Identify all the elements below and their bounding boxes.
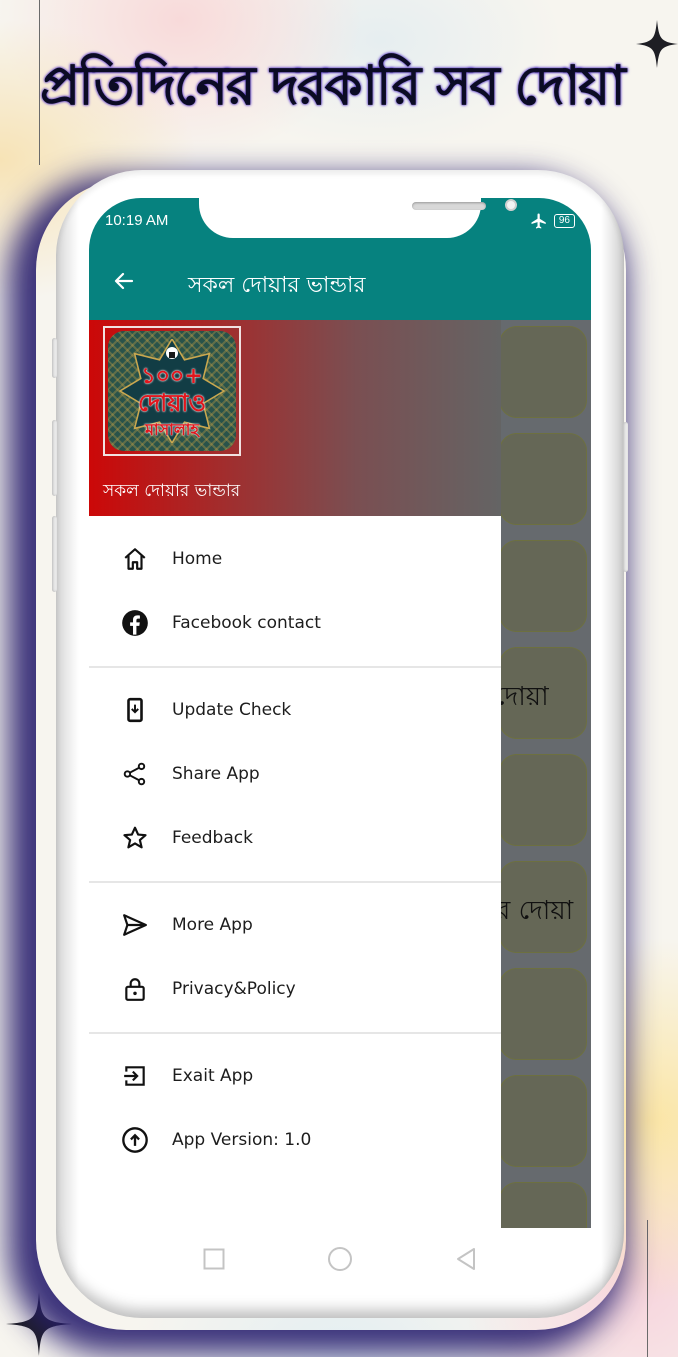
airplane-icon xyxy=(531,213,546,229)
side-button xyxy=(52,516,57,592)
speaker xyxy=(412,202,486,210)
headline: প্রতিদিনের দরকারি সব দোয়া xyxy=(40,53,626,117)
menu-item-label: Share App xyxy=(172,764,260,784)
menu-item-facebook-contact[interactable]: Facebook contact xyxy=(89,591,501,655)
status-time: 10:19 AM xyxy=(105,212,169,229)
drawer-menu: Home Facebook contact Update Check Share… xyxy=(89,516,501,1172)
facebook-icon xyxy=(121,609,149,637)
menu-item-exit-app[interactable]: Exait App xyxy=(89,1044,501,1108)
menu-divider xyxy=(89,1032,501,1034)
menu-item-label: Facebook contact xyxy=(172,613,321,633)
home-nav-button[interactable] xyxy=(327,1246,353,1272)
square-icon xyxy=(203,1248,225,1270)
app-logo-frame: ১০০+ দোয়াও মাসালাহ xyxy=(103,326,241,456)
phone-screen: 10:19 AM 96 সকল দোয়ার ভান্ডার দোয়া র দ… xyxy=(89,198,591,1228)
menu-item-app-version[interactable]: App Version: 1.0 xyxy=(89,1108,501,1172)
menu-item-label: Update Check xyxy=(172,700,292,720)
menu-item-label: Home xyxy=(172,549,223,569)
menu-item-more-app[interactable]: More App xyxy=(89,893,501,957)
list-card[interactable]: দোয়া xyxy=(494,647,587,739)
mosque-icon xyxy=(166,347,178,359)
sparkle-icon xyxy=(636,20,678,68)
menu-item-privacy-policy[interactable]: Privacy&Policy xyxy=(89,957,501,1021)
home-icon xyxy=(121,545,149,573)
send-icon xyxy=(121,911,149,939)
list-card[interactable] xyxy=(499,1182,587,1228)
logo-line-3: মাসালাহ xyxy=(145,420,199,439)
card-text: র দোয়া xyxy=(496,896,574,926)
share-icon xyxy=(121,760,149,788)
drawer-subtitle: সকল দোয়ার ভান্ডার xyxy=(103,481,241,501)
app-title: সকল দোয়ার ভান্ডার xyxy=(188,273,366,298)
triangle-back-icon xyxy=(457,1248,475,1270)
side-button xyxy=(623,422,628,572)
list-card[interactable] xyxy=(499,540,587,632)
recents-button[interactable] xyxy=(201,1246,227,1272)
back-button[interactable] xyxy=(109,266,139,296)
battery-indicator: 96 xyxy=(553,214,575,228)
system-nav-bar xyxy=(89,1228,591,1290)
exit-icon xyxy=(121,1062,149,1090)
notch xyxy=(199,198,517,238)
list-card[interactable] xyxy=(499,1075,587,1167)
decorative-line xyxy=(647,1220,648,1357)
list-card[interactable] xyxy=(499,326,587,418)
menu-divider xyxy=(89,881,501,883)
star-icon xyxy=(121,824,149,852)
side-button xyxy=(52,420,57,496)
menu-divider xyxy=(89,666,501,668)
menu-item-label: Privacy&Policy xyxy=(172,979,296,999)
card-text: দোয়া xyxy=(494,682,549,712)
arrow-left-icon xyxy=(114,272,134,290)
list-card[interactable] xyxy=(499,968,587,1060)
menu-item-label: More App xyxy=(172,915,253,935)
menu-item-feedback[interactable]: Feedback xyxy=(89,806,501,870)
status-icons: 96 xyxy=(530,212,575,230)
menu-item-label: Exait App xyxy=(172,1066,254,1086)
menu-item-update-check[interactable]: Update Check xyxy=(89,678,501,742)
front-camera xyxy=(505,199,517,211)
menu-item-label: Feedback xyxy=(172,828,253,848)
list-card[interactable] xyxy=(499,433,587,525)
circle-icon xyxy=(328,1247,352,1271)
menu-item-label: App Version: 1.0 xyxy=(172,1130,312,1150)
phone-download-icon xyxy=(121,696,149,724)
list-card[interactable]: র দোয়া xyxy=(496,861,587,953)
navigation-drawer: ১০০+ দোয়াও মাসালাহ সকল দোয়ার ভান্ডার H… xyxy=(89,320,501,1228)
menu-item-home[interactable]: Home xyxy=(89,527,501,591)
side-button xyxy=(52,338,57,378)
menu-item-share-app[interactable]: Share App xyxy=(89,742,501,806)
app-logo: ১০০+ দোয়াও মাসালাহ xyxy=(108,331,236,451)
back-nav-button[interactable] xyxy=(453,1246,479,1272)
list-card[interactable] xyxy=(499,754,587,846)
lock-icon xyxy=(121,975,149,1003)
drawer-header: ১০০+ দোয়াও মাসালাহ সকল দোয়ার ভান্ডার xyxy=(89,320,501,516)
arrow-up-circle-icon xyxy=(121,1126,149,1154)
